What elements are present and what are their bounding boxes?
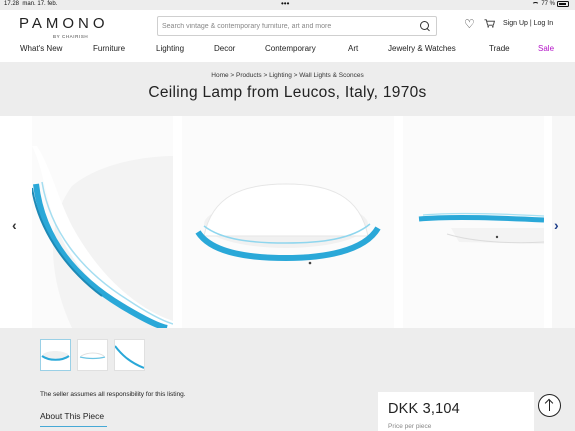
gallery-image-1[interactable] — [32, 116, 173, 328]
auth-separator: | — [529, 20, 532, 27]
about-heading[interactable]: About This Piece — [40, 411, 104, 421]
thumbnail-3[interactable] — [114, 339, 145, 371]
status-bar: 17.28 man. 17. feb. ••• 77 % — [0, 0, 575, 10]
wifi-icon — [532, 1, 540, 7]
seller-note: The seller assumes all responsibility fo… — [40, 391, 186, 398]
search-bar[interactable] — [157, 16, 437, 36]
pamono-logo[interactable]: PAMONO — [19, 15, 109, 32]
nav-furniture[interactable]: Furniture — [93, 44, 125, 53]
chevron-right-icon[interactable]: › — [554, 217, 559, 233]
thumbnail-2[interactable] — [77, 339, 108, 371]
nav-art[interactable]: Art — [348, 44, 358, 53]
price-box: DKK 3,104 Price per piece — [378, 392, 534, 431]
arrow-up-icon[interactable] — [538, 394, 561, 417]
status-dots: ••• — [281, 0, 290, 8]
cart-icon[interactable] — [484, 19, 495, 28]
nav-trade[interactable]: Trade — [489, 44, 510, 53]
nav-lighting[interactable]: Lighting — [156, 44, 184, 53]
thumbnail-strip — [40, 339, 145, 371]
sign-up-link[interactable]: Sign Up — [503, 20, 528, 27]
product-gallery: ‹ › — [0, 116, 575, 328]
main-nav: What's New Furniture Lighting Decor Cont… — [0, 44, 575, 58]
search-icon[interactable] — [420, 21, 429, 30]
log-in-link[interactable]: Log In — [534, 20, 553, 27]
price-subtitle: Price per piece — [388, 423, 432, 430]
nav-jewelry-watches[interactable]: Jewelry & Watches — [388, 44, 456, 53]
status-right: 77 % — [532, 1, 569, 7]
chevron-left-icon[interactable]: ‹ — [12, 217, 17, 233]
auth-links: Sign Up | Log In — [503, 20, 553, 27]
about-underline — [40, 426, 107, 427]
price: DKK 3,104 — [388, 401, 460, 417]
breadcrumb[interactable]: Home > Products > Lighting > Wall Lights… — [0, 72, 575, 79]
gallery-image-3[interactable] — [403, 116, 544, 328]
site-header: PAMONO BY CHAIRISH ♡ Sign Up | Log In Wh… — [0, 10, 575, 62]
thumbnail-1[interactable] — [40, 339, 71, 371]
battery-icon — [557, 1, 569, 7]
gallery-image-2[interactable] — [182, 116, 394, 328]
heart-icon[interactable]: ♡ — [464, 18, 475, 30]
page-title: Ceiling Lamp from Leucos, Italy, 1970s — [148, 84, 427, 101]
nav-whats-new[interactable]: What's New — [20, 44, 62, 53]
logo-subtitle: BY CHAIRISH — [53, 34, 89, 39]
nav-sale[interactable]: Sale — [538, 44, 554, 53]
search-input[interactable] — [162, 20, 412, 33]
nav-decor[interactable]: Decor — [214, 44, 235, 53]
battery-percent: 77 % — [541, 1, 555, 7]
nav-contemporary[interactable]: Contemporary — [265, 44, 316, 53]
status-time: 17.28 man. 17. feb. — [4, 1, 58, 7]
